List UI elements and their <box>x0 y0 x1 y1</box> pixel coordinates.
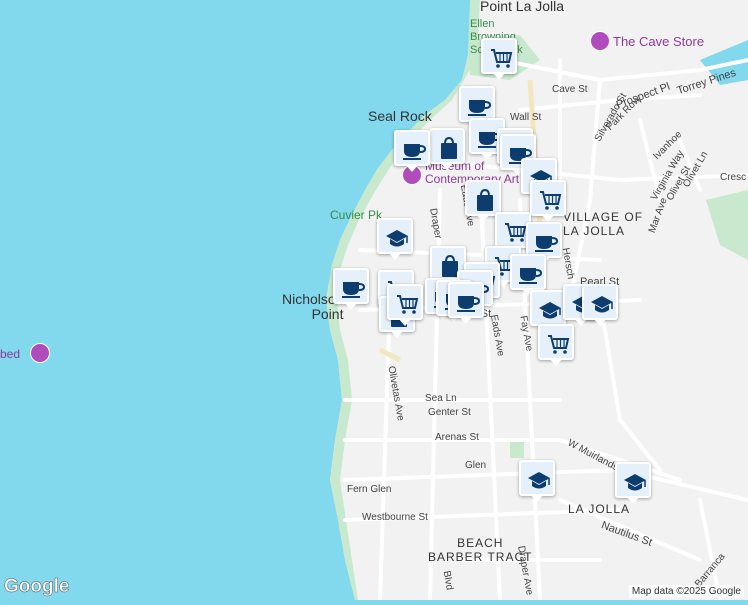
street-label: Cave St <box>552 84 588 95</box>
google-logo: Google <box>4 576 70 598</box>
poi-label: bed <box>0 347 21 361</box>
street-label: Genter St <box>428 407 471 418</box>
school-icon <box>526 467 552 493</box>
poi-label: The Cave Store <box>613 34 705 49</box>
coffee-icon <box>401 137 427 163</box>
coffee-icon <box>455 289 481 315</box>
grocery-icon <box>394 291 420 317</box>
shopping-icon <box>472 187 498 213</box>
grocery-marker[interactable] <box>538 324 574 370</box>
grocery-icon <box>545 331 571 357</box>
place-label: Point La Jolla <box>480 0 565 14</box>
street-label: Glen <box>465 460 487 471</box>
place-label: Seal Rock <box>368 108 432 124</box>
school-marker[interactable] <box>582 284 618 330</box>
school-icon <box>589 291 615 317</box>
grocery-marker[interactable] <box>530 180 566 226</box>
shop-poi-icon <box>590 31 610 51</box>
coffee-marker[interactable] <box>448 282 484 328</box>
street-label: Sea Ln <box>425 393 457 404</box>
school-icon <box>384 225 410 251</box>
museum-icon <box>30 343 50 363</box>
street-label: Arenas St <box>435 432 479 443</box>
school-marker[interactable] <box>615 462 651 508</box>
coffee-icon <box>340 275 366 301</box>
grocery-icon <box>502 219 528 245</box>
school-marker[interactable] <box>377 218 413 264</box>
street-label: Westbourne St <box>362 512 428 523</box>
map-canvas[interactable]: Point La Jolla Ellen Browning Scripps Pk… <box>0 0 748 602</box>
map-base <box>0 0 748 602</box>
grocery-icon <box>537 187 563 213</box>
school-marker[interactable] <box>519 460 555 506</box>
school-icon <box>622 469 648 495</box>
coffee-marker[interactable] <box>394 130 430 176</box>
coffee-icon <box>533 229 559 255</box>
grocery-marker[interactable] <box>387 284 423 330</box>
street-label: Wall St <box>510 112 542 123</box>
grocery-marker[interactable] <box>481 38 517 84</box>
map-attribution[interactable]: Map data ©2025 Google <box>628 585 744 598</box>
neighborhood-label: VILLAGE OF LA JOLLA <box>563 210 644 238</box>
street-label: Fern Glen <box>347 484 392 495</box>
school-icon <box>537 297 563 323</box>
grocery-icon <box>488 45 514 71</box>
coffee-icon <box>466 93 492 119</box>
coffee-icon <box>517 261 543 287</box>
coffee-marker[interactable] <box>333 268 369 314</box>
shopping-icon <box>436 135 462 161</box>
shopping-marker[interactable] <box>429 128 465 174</box>
street-label: Cresc <box>720 172 747 183</box>
park-label: Cuvier Pk <box>330 208 383 222</box>
